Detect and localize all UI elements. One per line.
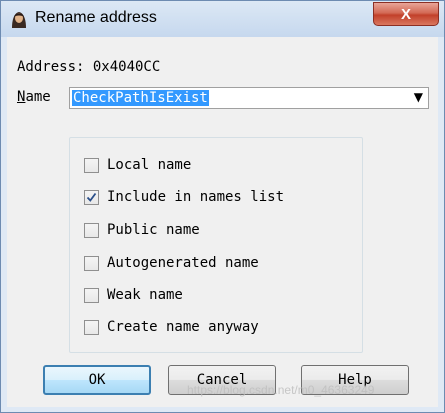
checkbox-box[interactable]	[84, 189, 99, 205]
checkbox-box[interactable]	[84, 319, 99, 335]
weak-name-checkbox[interactable]: Weak name	[84, 285, 183, 305]
dropdown-arrow-icon[interactable]: ▼	[414, 90, 423, 104]
checkbox-box[interactable]	[84, 222, 99, 238]
checkbox-label: Create name anyway	[107, 319, 259, 335]
checkbox-label: Weak name	[107, 287, 183, 303]
checkmark-icon	[86, 192, 97, 202]
local-name-checkbox[interactable]: Local name	[84, 155, 191, 175]
create-name-anyway-checkbox[interactable]: Create name anyway	[84, 317, 259, 337]
checkbox-box[interactable]	[84, 255, 99, 271]
name-flags-group: Local name Include in names list Public …	[69, 137, 363, 353]
dialog-title: Rename address	[35, 9, 157, 26]
watermark: https://blog.csdn.net/m0_46363249	[187, 383, 375, 397]
checkbox-box[interactable]	[84, 157, 99, 173]
address-label: Address: 0x4040CC	[17, 59, 161, 75]
name-combobox[interactable]: CheckPathIsExist ▼	[69, 87, 429, 109]
public-name-checkbox[interactable]: Public name	[84, 220, 200, 240]
title-bar[interactable]: Rename address X	[1, 1, 444, 37]
rename-address-dialog: Rename address X Address: 0x4040CC Name …	[0, 0, 445, 413]
autogenerated-name-checkbox[interactable]: Autogenerated name	[84, 253, 259, 273]
checkbox-box[interactable]	[84, 287, 99, 303]
checkbox-label: Local name	[107, 157, 192, 173]
ok-button[interactable]: OK	[43, 365, 151, 395]
name-label: Name	[17, 89, 51, 105]
name-label-rest: ame	[25, 89, 51, 105]
close-icon: X	[400, 5, 411, 23]
checkbox-label: Public name	[107, 222, 200, 238]
dialog-body: Address: 0x4040CC Name CheckPathIsExist …	[7, 37, 438, 407]
include-in-names-list-checkbox[interactable]: Include in names list	[84, 187, 284, 207]
checkbox-label: Include in names list	[107, 189, 285, 205]
app-icon	[8, 8, 30, 30]
name-input-value[interactable]: CheckPathIsExist	[72, 90, 209, 106]
close-button[interactable]: X	[373, 2, 439, 26]
checkbox-label: Autogenerated name	[107, 255, 259, 271]
